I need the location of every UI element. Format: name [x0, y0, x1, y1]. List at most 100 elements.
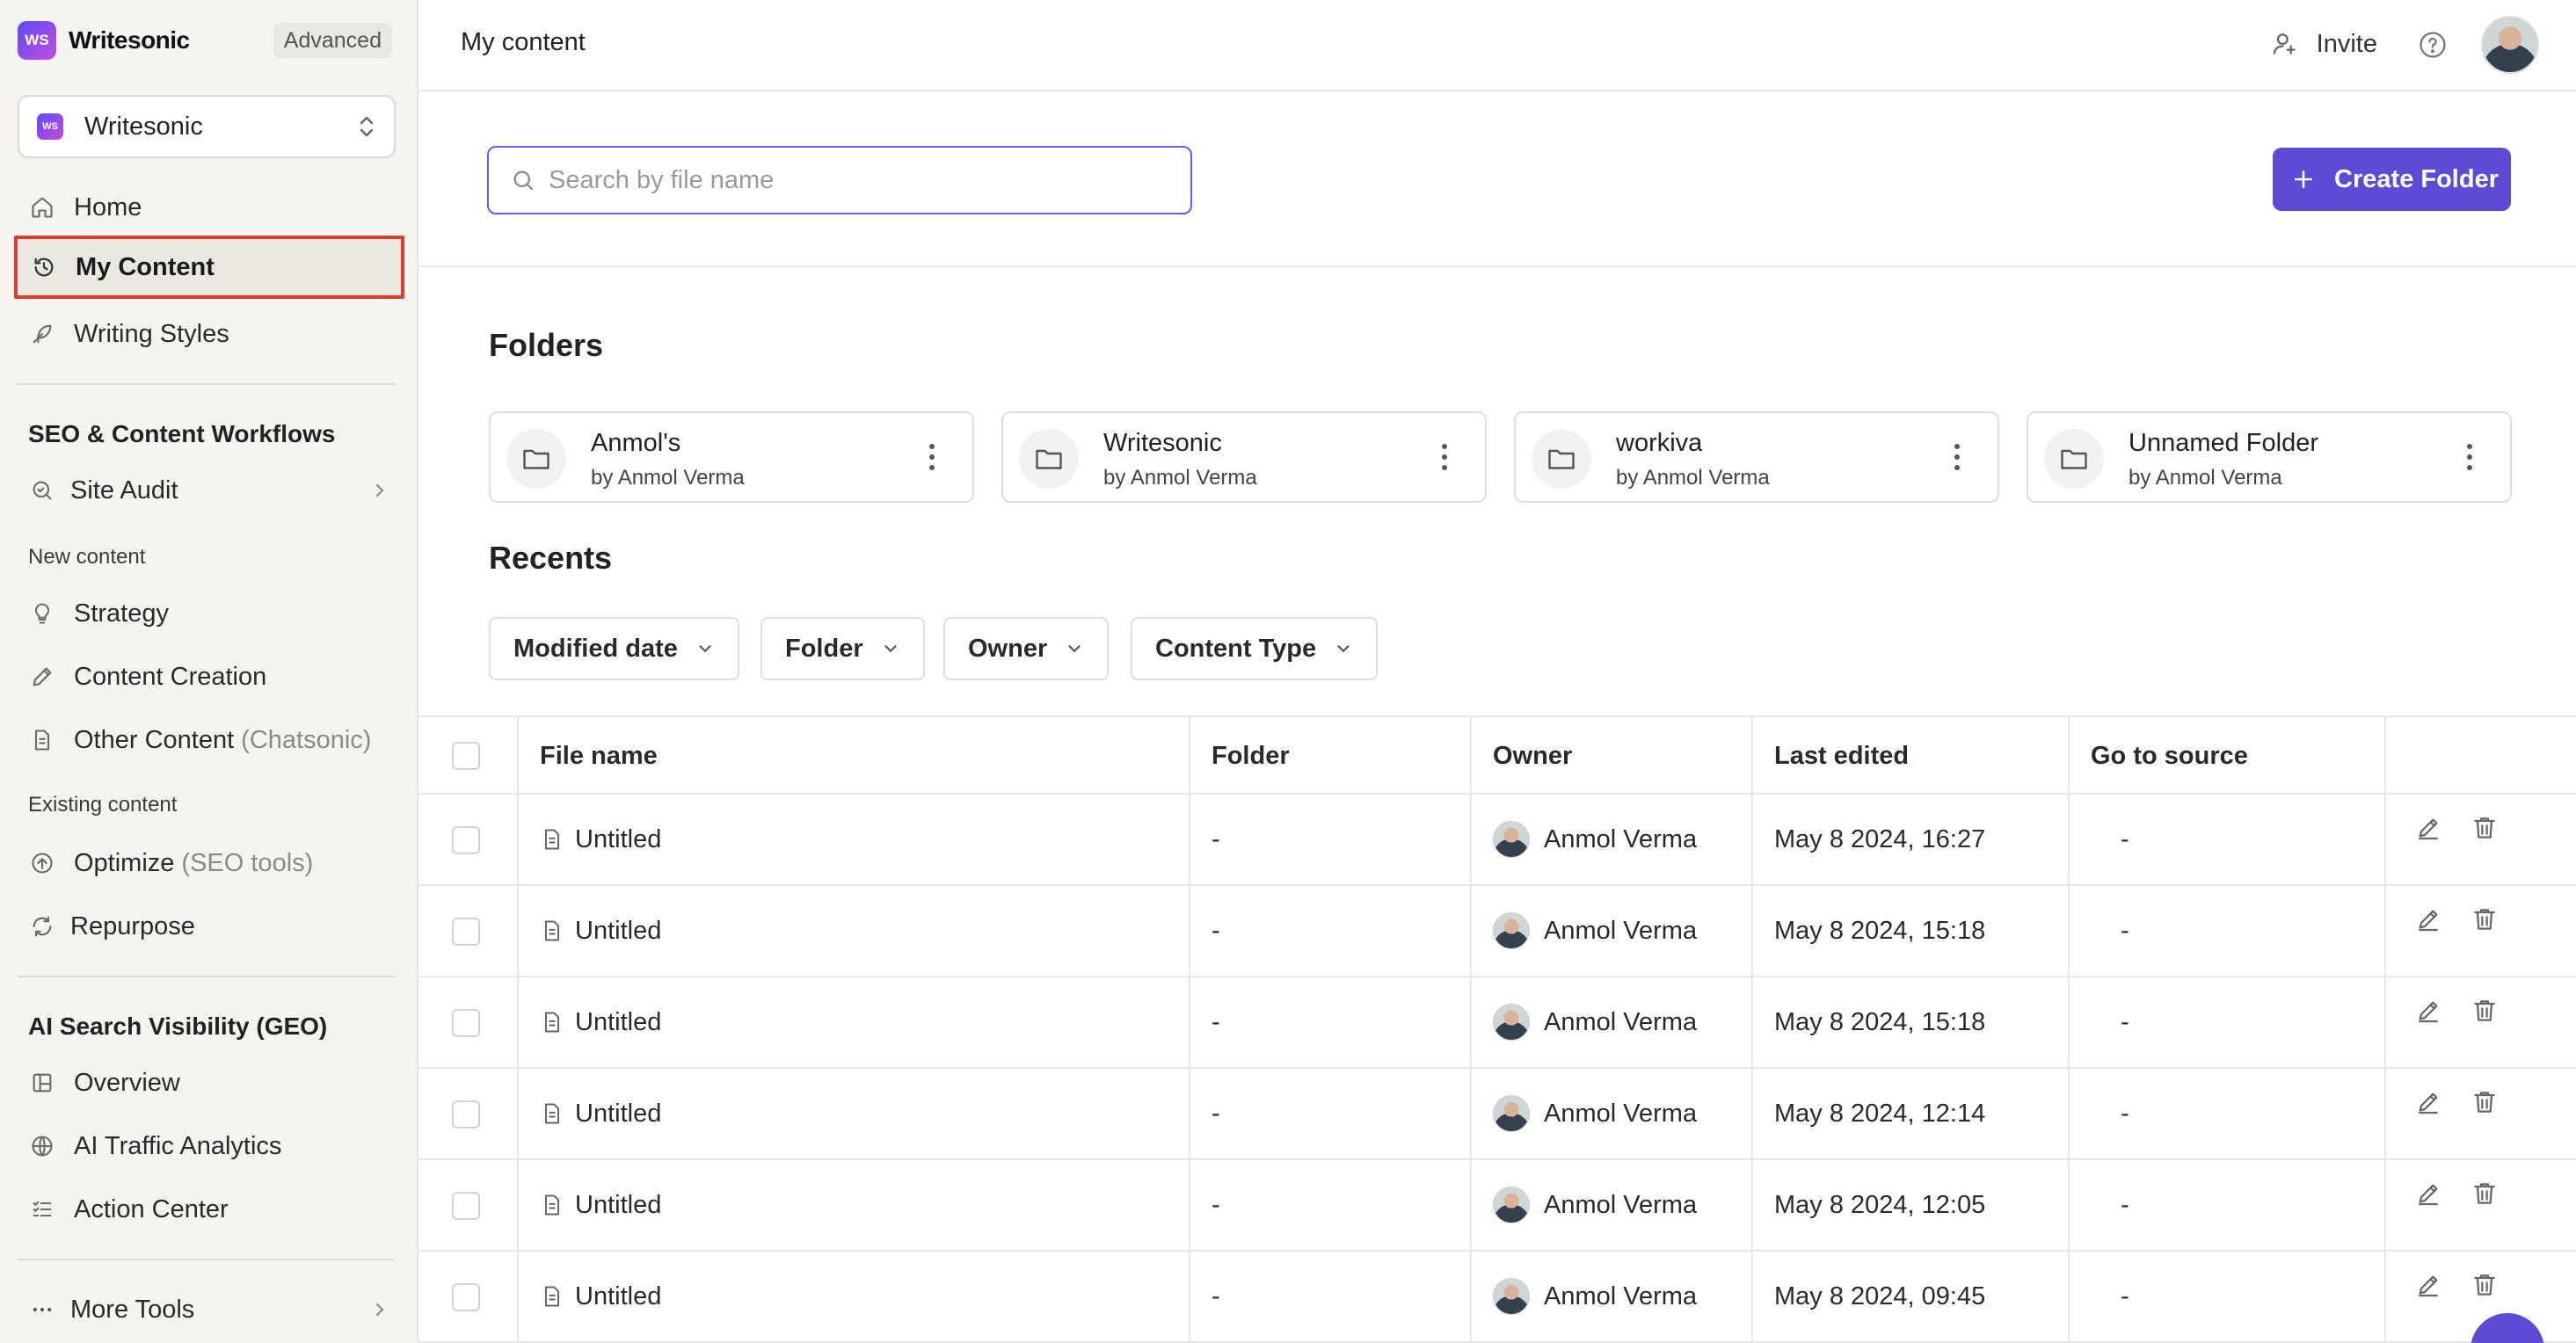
sidebar-item-more-tools[interactable]: More Tools — [16, 1280, 403, 1339]
go-to-source-cell[interactable]: - — [2121, 1160, 2129, 1250]
sidebar-item-label: Content Creation — [74, 662, 267, 691]
sidebar-item-overview[interactable]: Overview — [16, 1053, 403, 1113]
owner-cell: Anmol Verma — [1493, 1069, 1697, 1158]
file-name-cell[interactable]: Untitled — [540, 1069, 661, 1158]
select-all-checkbox[interactable] — [452, 742, 480, 770]
column-divider — [517, 717, 519, 793]
column-divider — [1751, 977, 1753, 1067]
trash-icon[interactable] — [2470, 814, 2499, 842]
table-row[interactable]: Untitled - Anmol Verma May 8 2024, 12:14 - — [418, 1069, 2576, 1160]
folder-card[interactable]: Unnamed Folder by Anmol Verma — [2027, 411, 2512, 503]
search-input[interactable] — [549, 165, 1164, 195]
folder-icon — [2044, 429, 2104, 489]
column-header-go-to-source[interactable]: Go to source — [2091, 717, 2248, 795]
column-header-folder[interactable]: Folder — [1212, 717, 1290, 795]
sidebar-item-site-audit[interactable]: Site Audit — [16, 461, 403, 520]
column-divider — [2384, 795, 2386, 884]
trash-icon[interactable] — [2470, 997, 2499, 1025]
filter-folder[interactable]: Folder — [760, 617, 925, 680]
row-checkbox[interactable] — [452, 1283, 480, 1311]
folder-card[interactable]: Anmol's by Anmol Verma — [489, 411, 974, 503]
row-checkbox[interactable] — [452, 1192, 480, 1220]
sidebar-divider — [18, 976, 396, 977]
trash-icon[interactable] — [2470, 1271, 2499, 1299]
column-divider — [1189, 1069, 1190, 1158]
row-checkbox[interactable] — [452, 918, 480, 946]
row-checkbox[interactable] — [452, 826, 480, 854]
sidebar-item-writing-styles[interactable]: Writing Styles — [16, 304, 403, 364]
brand[interactable]: WS Writesonic — [18, 21, 190, 60]
trash-icon[interactable] — [2470, 1180, 2499, 1208]
recents-heading: Recents — [489, 540, 613, 576]
chevron-down-icon — [695, 639, 715, 658]
row-checkbox[interactable] — [452, 1100, 480, 1129]
edit-icon[interactable] — [2414, 1271, 2442, 1299]
invite-button[interactable]: Invite — [2271, 25, 2377, 63]
go-to-source-cell[interactable]: - — [2121, 977, 2129, 1067]
edit-icon[interactable] — [2414, 997, 2442, 1025]
column-header-owner[interactable]: Owner — [1493, 717, 1572, 795]
edit-icon[interactable] — [2414, 1088, 2442, 1116]
edit-icon[interactable] — [2414, 905, 2442, 933]
column-header-last-edited[interactable]: Last edited — [1774, 717, 1909, 795]
kebab-menu-icon[interactable] — [1439, 441, 1450, 473]
folder-cell: - — [1212, 1190, 1220, 1219]
go-to-source-cell[interactable]: - — [2121, 886, 2129, 976]
help-icon[interactable] — [2418, 30, 2448, 60]
kebab-menu-icon[interactable] — [1952, 441, 1962, 473]
sidebar-item-content-creation[interactable]: Content Creation — [16, 647, 403, 707]
owner-cell: Anmol Verma — [1493, 795, 1697, 884]
search-check-icon — [28, 476, 56, 505]
sidebar-item-optimize[interactable]: Optimize (SEO tools) — [16, 833, 403, 893]
file-name-cell[interactable]: Untitled — [540, 795, 661, 884]
folder-card[interactable]: Writesonic by Anmol Verma — [1001, 411, 1487, 503]
file-name-cell[interactable]: Untitled — [540, 886, 661, 976]
document-icon — [540, 1101, 564, 1126]
go-to-source-cell[interactable]: - — [2121, 1252, 2129, 1341]
chevron-right-icon — [373, 480, 387, 501]
sidebar-item-repurpose[interactable]: Repurpose — [16, 897, 403, 956]
table-row[interactable]: Untitled - Anmol Verma May 8 2024, 09:45 - — [418, 1252, 2576, 1343]
edit-icon[interactable] — [2414, 814, 2442, 842]
go-to-source-cell[interactable]: - — [2121, 795, 2129, 884]
create-folder-button[interactable]: Create Folder — [2273, 148, 2511, 211]
filter-content-type[interactable]: Content Type — [1131, 617, 1379, 680]
user-avatar[interactable] — [2481, 16, 2539, 74]
folder-cell: - — [1212, 1007, 1220, 1036]
trash-icon[interactable] — [2470, 905, 2499, 933]
trash-icon[interactable] — [2470, 1088, 2499, 1116]
table-row[interactable]: Untitled - Anmol Verma May 8 2024, 16:27 - — [418, 795, 2576, 886]
sidebar-item-action-center[interactable]: Action Center — [16, 1180, 403, 1239]
chevron-down-icon — [1065, 639, 1084, 658]
sidebar-item-label: Optimize — [74, 848, 175, 877]
file-name-cell[interactable]: Untitled — [540, 1252, 661, 1341]
row-checkbox[interactable] — [452, 1009, 480, 1037]
filter-owner[interactable]: Owner — [943, 617, 1110, 680]
search-field[interactable] — [487, 146, 1192, 214]
lightbulb-icon — [28, 599, 56, 628]
go-to-source-cell[interactable]: - — [2121, 1069, 2129, 1158]
document-icon — [540, 1010, 564, 1034]
kebab-menu-icon[interactable] — [2464, 441, 2475, 473]
sidebar-item-ai-traffic-analytics[interactable]: AI Traffic Analytics — [16, 1116, 403, 1176]
column-divider — [517, 795, 519, 884]
kebab-menu-icon[interactable] — [927, 441, 937, 473]
table-row[interactable]: Untitled - Anmol Verma May 8 2024, 15:18 - — [418, 886, 2576, 977]
sidebar-item-my-content[interactable]: My Content — [14, 236, 404, 299]
file-name-cell[interactable]: Untitled — [540, 1160, 661, 1250]
folder-card[interactable]: workiva by Anmol Verma — [1514, 411, 1999, 503]
workspace-selector[interactable]: WS Writesonic — [18, 95, 396, 158]
table-row[interactable]: Untitled - Anmol Verma May 8 2024, 12:05 - — [418, 1160, 2576, 1252]
sidebar-item-other-content[interactable]: Other Content (Chatsonic) — [16, 710, 403, 770]
sidebar-item-home[interactable]: Home — [16, 178, 403, 237]
sidebar-item-strategy[interactable]: Strategy — [16, 584, 403, 643]
invite-label: Invite — [2316, 29, 2377, 58]
table-row[interactable]: Untitled - Anmol Verma May 8 2024, 15:18 - — [418, 977, 2576, 1069]
owner-cell: Anmol Verma — [1493, 1160, 1697, 1250]
file-name-cell[interactable]: Untitled — [540, 977, 661, 1067]
column-divider — [1189, 977, 1190, 1067]
column-divider — [2068, 977, 2070, 1067]
edit-icon[interactable] — [2414, 1180, 2442, 1208]
filter-modified-date[interactable]: Modified date — [489, 617, 739, 680]
column-header-file-name[interactable]: File name — [540, 717, 658, 795]
